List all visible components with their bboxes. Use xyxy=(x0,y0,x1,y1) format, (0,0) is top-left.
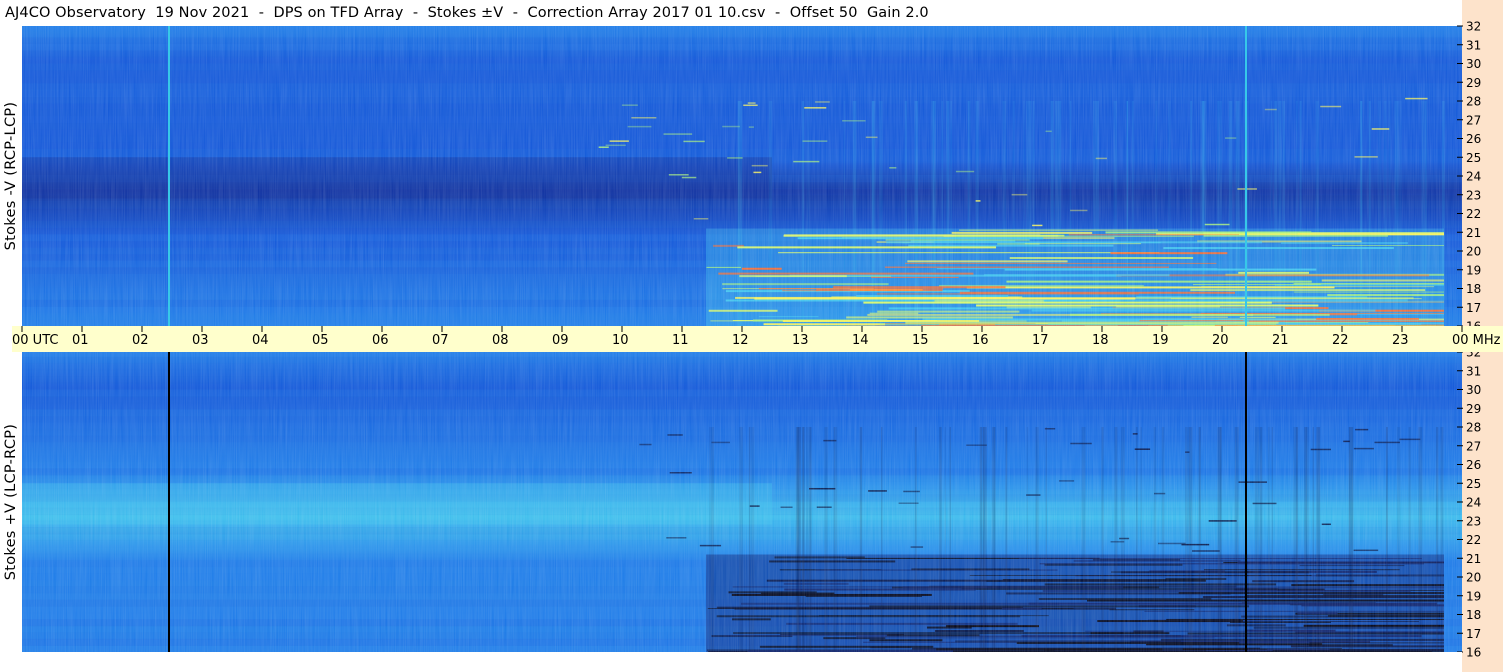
vertical-marker-line xyxy=(1245,352,1247,652)
frequency-tick-label: 24 xyxy=(1466,170,1481,184)
frequency-tick-label: 23 xyxy=(1466,188,1481,202)
time-tick-label: 19 xyxy=(1152,333,1169,348)
utc-time-axis-ticks: 00 UTC 01 02 03 04 05 06 07 08 09 10 11 12 13 14 15 16 17… xyxy=(12,326,1501,348)
time-tick-label: 05 xyxy=(312,333,329,348)
frequency-tick-label: 17 xyxy=(1466,301,1481,315)
frequency-tick-label: 31 xyxy=(1466,38,1481,52)
frequency-tick-label: 26 xyxy=(1466,132,1481,146)
frequency-tick-label: 29 xyxy=(1466,402,1481,416)
time-tick-label: 06 xyxy=(372,333,389,348)
vertical-marker-line xyxy=(1245,26,1247,326)
time-tick-label: 08 xyxy=(492,333,509,348)
time-tick-label: 02 xyxy=(132,333,149,348)
time-tick-label: 22 xyxy=(1332,333,1349,348)
time-tick-label: 20 xyxy=(1212,333,1229,348)
spectrogram-top xyxy=(22,26,1462,326)
time-tick-label: 11 xyxy=(672,333,689,348)
time-tick-label: 09 xyxy=(552,333,569,348)
frequency-tick-label: 20 xyxy=(1466,245,1481,259)
vertical-marker-line xyxy=(168,352,170,652)
frequency-tick-label: 28 xyxy=(1466,421,1481,435)
frequency-tick-label: 22 xyxy=(1466,207,1481,221)
bottom-panel-ylabel-container: Stokes +V (LCP-RCP) xyxy=(0,352,22,652)
time-tick-label: 14 xyxy=(852,333,869,348)
time-tick-label: 00 MHz xyxy=(1452,333,1501,348)
frequency-tick-label: 21 xyxy=(1466,226,1481,240)
frequency-tick-label: 28 xyxy=(1466,95,1481,109)
frequency-tick-label: 18 xyxy=(1466,608,1481,622)
time-tick-label: 15 xyxy=(912,333,929,348)
stokes-minus-v-spectrogram xyxy=(22,26,1462,326)
frequency-tick-label: 19 xyxy=(1466,589,1481,603)
frequency-tick-label: 25 xyxy=(1466,151,1481,165)
frequency-tick-label: 18 xyxy=(1466,282,1481,296)
frequency-tick-label: 31 xyxy=(1466,364,1481,378)
frequency-tick-label: 24 xyxy=(1466,496,1481,510)
frequency-tick-label: 27 xyxy=(1466,113,1481,127)
time-tick-label: 17 xyxy=(1032,333,1049,348)
time-tick-label: 16 xyxy=(972,333,989,348)
frequency-tick-label: 19 xyxy=(1466,263,1481,277)
utc-time-axis: 00 UTC 01 02 03 04 05 06 07 08 09 10 11 12 13 14 15 16 17… xyxy=(12,326,1503,352)
bottom-margin xyxy=(0,652,1462,672)
stokes-plus-v-spectrogram xyxy=(22,352,1462,652)
time-tick-label: 18 xyxy=(1092,333,1109,348)
frequency-tick-label: 26 xyxy=(1466,458,1481,472)
spectrogram-bottom xyxy=(22,352,1462,652)
frequency-tick-label: 27 xyxy=(1466,439,1481,453)
time-tick-label: 13 xyxy=(792,333,809,348)
time-tick-label: 03 xyxy=(192,333,209,348)
frequency-tick-label: 17 xyxy=(1466,627,1481,641)
top-frequency-ticks: 1617181920212223242526272829303132 xyxy=(1457,20,1481,334)
top-panel-ylabel-container: Stokes -V (RCP-LCP) xyxy=(0,26,22,326)
top-panel-ylabel: Stokes -V (RCP-LCP) xyxy=(3,101,19,251)
frequency-tick-label: 29 xyxy=(1466,76,1481,90)
time-tick-label: 00 UTC xyxy=(12,333,58,348)
frequency-tick-label: 22 xyxy=(1466,533,1481,547)
frequency-tick-label: 30 xyxy=(1466,57,1481,71)
frequency-tick-label: 21 xyxy=(1466,552,1481,566)
time-tick-label: 01 xyxy=(72,333,89,348)
time-tick-label: 10 xyxy=(612,333,629,348)
vertical-marker-line xyxy=(168,26,170,326)
bottom-frequency-ticks: 1617181920212223242526272829303132 xyxy=(1457,346,1481,660)
time-tick-label: 07 xyxy=(432,333,449,348)
frequency-tick-label: 32 xyxy=(1466,20,1481,34)
frequency-tick-label: 30 xyxy=(1466,383,1481,397)
bottom-panel-ylabel: Stokes +V (LCP-RCP) xyxy=(3,423,19,581)
time-tick-label: 23 xyxy=(1392,333,1409,348)
time-tick-label: 12 xyxy=(732,333,749,348)
frequency-tick-label: 25 xyxy=(1466,477,1481,491)
frequency-tick-label: 20 xyxy=(1466,571,1481,585)
time-tick-label: 04 xyxy=(252,333,269,348)
time-tick-label: 21 xyxy=(1272,333,1289,348)
frequency-tick-label: 16 xyxy=(1466,646,1481,660)
frequency-tick-label: 23 xyxy=(1466,514,1481,528)
chart-title: AJ4CO Observatory 19 Nov 2021 - DPS on T… xyxy=(0,0,1462,26)
